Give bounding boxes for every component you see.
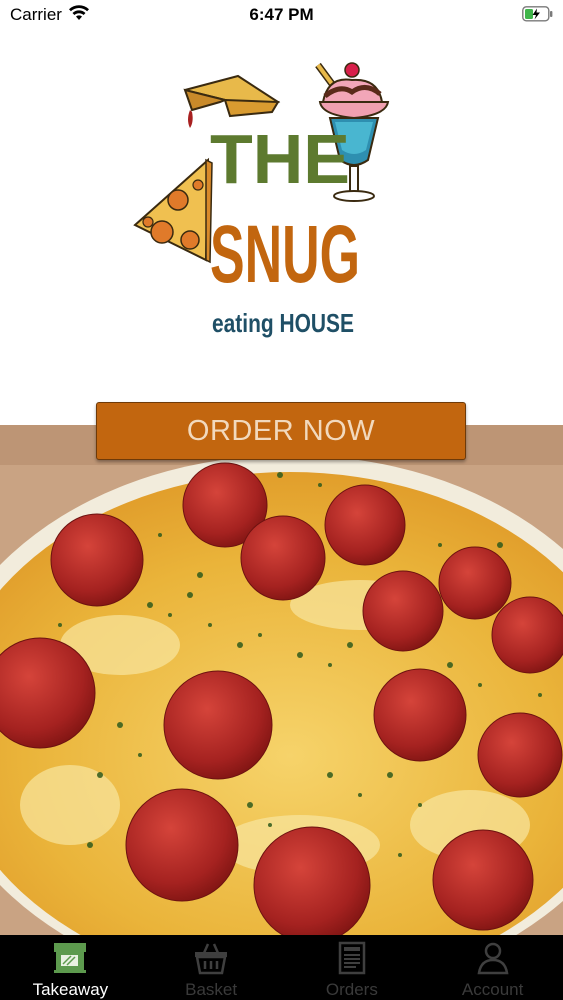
logo-the: THE bbox=[210, 120, 350, 198]
tab-takeaway[interactable]: Takeaway bbox=[0, 935, 141, 1000]
tab-label-account: Account bbox=[461, 980, 524, 999]
status-bar: Carrier 6:47 PM bbox=[0, 0, 563, 30]
pepperoni-pizza-image bbox=[0, 425, 563, 935]
logo-snug: SNUG bbox=[210, 209, 360, 300]
tab-bar: Takeaway Basket Orders Account bbox=[0, 935, 563, 1000]
status-time: 6:47 PM bbox=[249, 5, 314, 24]
battery-charging-icon bbox=[522, 6, 553, 22]
pizza-slice-illustration bbox=[133, 157, 213, 264]
order-now-button[interactable]: ORDER NOW bbox=[96, 402, 466, 460]
basket-icon bbox=[195, 943, 228, 975]
tab-account[interactable]: Account bbox=[422, 935, 563, 1000]
tab-label-basket: Basket bbox=[185, 980, 238, 999]
pizza-photo bbox=[0, 425, 563, 935]
tab-orders[interactable]: Orders bbox=[282, 935, 423, 1000]
tab-label-takeaway: Takeaway bbox=[32, 980, 109, 999]
logo-eating-house: eating HOUSE bbox=[212, 308, 354, 338]
tab-basket[interactable]: Basket bbox=[141, 935, 282, 1000]
storefront-icon bbox=[54, 943, 87, 973]
tab-label-orders: Orders bbox=[325, 980, 378, 999]
person-icon bbox=[477, 942, 509, 975]
the-snug-logo: THE SNUG eating HOUSE bbox=[133, 62, 390, 338]
receipt-icon bbox=[338, 941, 366, 975]
